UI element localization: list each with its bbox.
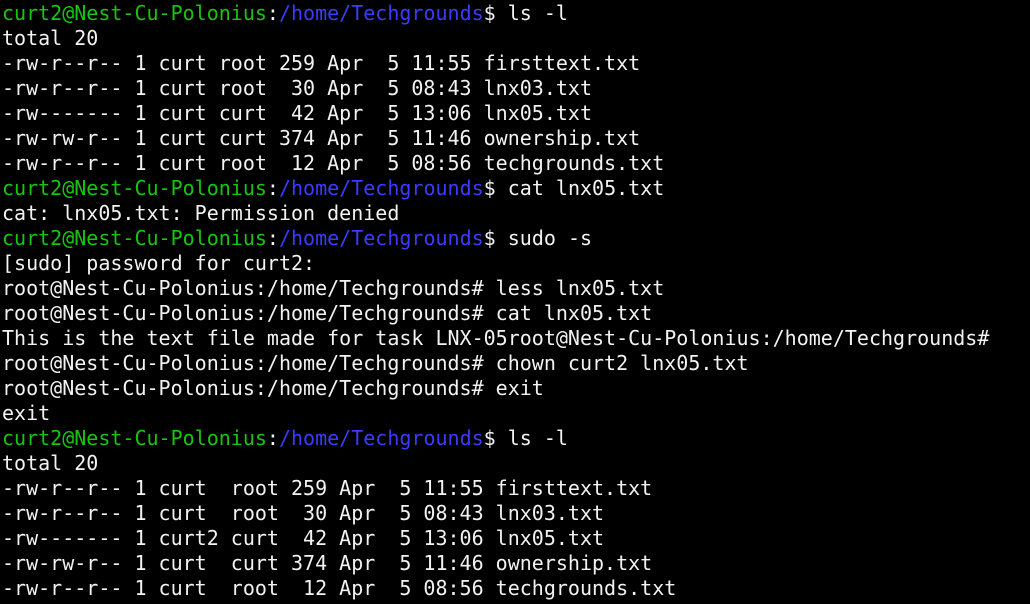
output-line: -rw------- 1 curt curt 42 Apr 5 13:06 ln… [2, 101, 1030, 126]
prompt-line: curt2@Nest-Cu-Polonius:/home/Techgrounds… [2, 176, 1030, 201]
output-text: root@Nest-Cu-Polonius:/home/Techgrounds#… [2, 276, 665, 300]
output-text: -rw-r--r-- 1 curt root 259 Apr 5 11:55 f… [2, 476, 653, 500]
prompt-symbol: $ [483, 426, 508, 450]
output-text: -rw-r--r-- 1 curt root 12 Apr 5 08:56 te… [2, 576, 677, 600]
output-line: root@Nest-Cu-Polonius:/home/Techgrounds#… [2, 276, 1030, 301]
prompt-symbol: $ [483, 226, 508, 250]
output-text: exit [2, 401, 51, 425]
prompt-line: curt2@Nest-Cu-Polonius:/home/Techgrounds… [2, 226, 1030, 251]
output-text: cat: lnx05.txt: Permission denied [2, 201, 400, 225]
output-text: total 20 [2, 451, 99, 475]
prompt-user-host: curt2@Nest-Cu-Polonius [2, 176, 267, 200]
prompt-user-host: curt2@Nest-Cu-Polonius [2, 1, 267, 25]
command-text: cat lnx05.txt [507, 176, 665, 200]
output-line: -rw-r--r-- 1 curt root 12 Apr 5 08:56 te… [2, 576, 1030, 601]
output-line: exit [2, 401, 1030, 426]
prompt-user-host: curt2@Nest-Cu-Polonius [2, 226, 267, 250]
prompt-path: /home/Techgrounds [278, 226, 484, 250]
prompt-user-host: curt2@Nest-Cu-Polonius [2, 426, 267, 450]
output-text: total 20 [2, 26, 99, 50]
output-line: root@Nest-Cu-Polonius:/home/Techgrounds#… [2, 376, 1030, 401]
output-text: [sudo] password for curt2: [2, 251, 316, 275]
output-text: -rw-r--r-- 1 curt root 30 Apr 5 08:43 ln… [2, 76, 593, 100]
prompt-symbol: $ [483, 176, 508, 200]
output-text: -rw-rw-r-- 1 curt curt 374 Apr 5 11:46 o… [2, 126, 641, 150]
output-line: -rw-rw-r-- 1 curt curt 374 Apr 5 11:46 o… [2, 551, 1030, 576]
prompt-path: /home/Techgrounds [278, 426, 484, 450]
output-text: -rw-r--r-- 1 curt root 259 Apr 5 11:55 f… [2, 51, 641, 75]
output-line: total 20 [2, 451, 1030, 476]
output-line: -rw-r--r-- 1 curt root 30 Apr 5 08:43 ln… [2, 76, 1030, 101]
output-line: This is the text file made for task LNX-… [2, 326, 1030, 351]
command-text: sudo -s [507, 226, 593, 250]
output-line: root@Nest-Cu-Polonius:/home/Techgrounds#… [2, 301, 1030, 326]
output-text: root@Nest-Cu-Polonius:/home/Techgrounds#… [2, 351, 749, 375]
prompt-separator: : [266, 176, 279, 200]
output-text: root@Nest-Cu-Polonius:/home/Techgrounds#… [2, 376, 544, 400]
output-line: total 20 [2, 26, 1030, 51]
prompt-path: /home/Techgrounds [278, 1, 484, 25]
output-text: -rw-rw-r-- 1 curt curt 374 Apr 5 11:46 o… [2, 551, 653, 575]
output-line: -rw-r--r-- 1 curt root 12 Apr 5 08:56 te… [2, 151, 1030, 176]
output-text: -rw------- 1 curt curt 42 Apr 5 13:06 ln… [2, 101, 593, 125]
output-line: -rw------- 1 curt2 curt 42 Apr 5 13:06 l… [2, 526, 1030, 551]
output-text: This is the text file made for task LNX-… [2, 326, 990, 350]
terminal-window[interactable]: curt2@Nest-Cu-Polonius:/home/Techgrounds… [0, 0, 1030, 604]
prompt-separator: : [266, 226, 279, 250]
prompt-separator: : [266, 1, 279, 25]
prompt-separator: : [266, 426, 279, 450]
output-line: -rw-r--r-- 1 curt root 259 Apr 5 11:55 f… [2, 476, 1030, 501]
prompt-symbol: $ [483, 1, 508, 25]
command-text: ls -l [507, 1, 568, 25]
prompt-path: /home/Techgrounds [278, 176, 484, 200]
output-text: root@Nest-Cu-Polonius:/home/Techgrounds#… [2, 301, 653, 325]
output-line: -rw-rw-r-- 1 curt curt 374 Apr 5 11:46 o… [2, 126, 1030, 151]
output-line: [sudo] password for curt2: [2, 251, 1030, 276]
output-line: -rw-r--r-- 1 curt root 259 Apr 5 11:55 f… [2, 51, 1030, 76]
output-line: cat: lnx05.txt: Permission denied [2, 201, 1030, 226]
prompt-line: curt2@Nest-Cu-Polonius:/home/Techgrounds… [2, 1, 1030, 26]
output-text: -rw------- 1 curt2 curt 42 Apr 5 13:06 l… [2, 526, 605, 550]
command-text: ls -l [507, 426, 568, 450]
output-line: -rw-r--r-- 1 curt root 30 Apr 5 08:43 ln… [2, 501, 1030, 526]
prompt-line: curt2@Nest-Cu-Polonius:/home/Techgrounds… [2, 426, 1030, 451]
output-line: root@Nest-Cu-Polonius:/home/Techgrounds#… [2, 351, 1030, 376]
output-text: -rw-r--r-- 1 curt root 30 Apr 5 08:43 ln… [2, 501, 605, 525]
output-text: -rw-r--r-- 1 curt root 12 Apr 5 08:56 te… [2, 151, 665, 175]
